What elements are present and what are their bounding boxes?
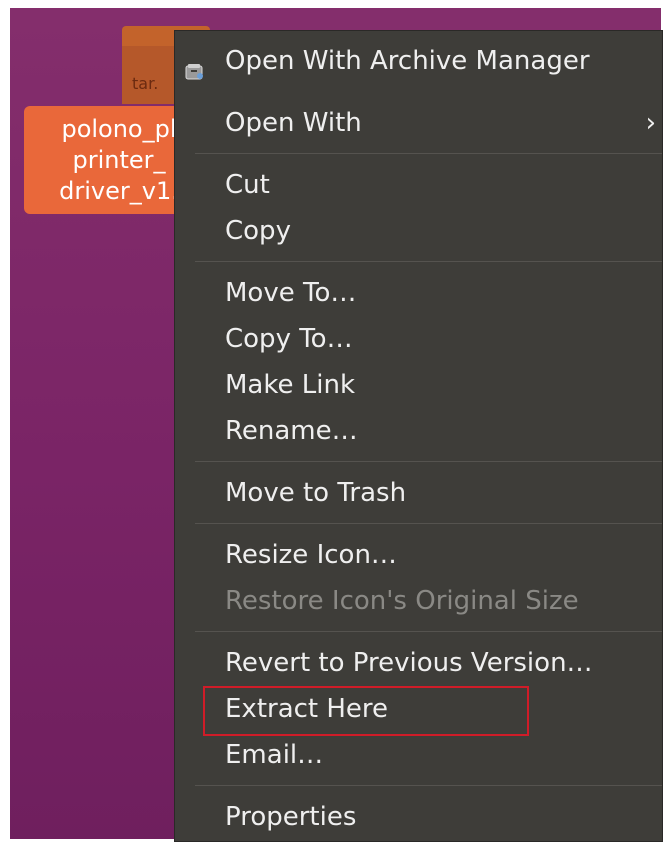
menu-item-open-with[interactable]: Open With › (175, 101, 662, 145)
menu-item-label: Make Link (225, 370, 355, 400)
menu-item-label: Open With Archive Manager (225, 46, 590, 76)
menu-item-copy[interactable]: Copy (175, 209, 662, 253)
menu-item-label: Move To… (225, 278, 357, 308)
menu-separator (195, 785, 662, 786)
menu-item-restore-icon-size: Restore Icon's Original Size (175, 579, 662, 623)
context-menu: Open With Archive Manager Open With › Cu… (174, 30, 663, 842)
menu-item-label: Move to Trash (225, 478, 407, 508)
menu-item-resize-icon[interactable]: Resize Icon… (175, 533, 662, 577)
menu-item-label: Revert to Previous Version… (225, 648, 593, 678)
archive-manager-icon (185, 51, 205, 80)
menu-item-email[interactable]: Email… (175, 733, 662, 777)
menu-item-label: Resize Icon… (225, 540, 397, 570)
menu-separator (195, 153, 662, 154)
chevron-right-icon: › (645, 108, 656, 138)
menu-item-label: Rename… (225, 416, 358, 446)
menu-separator (195, 523, 662, 524)
menu-item-label: Open With (225, 108, 362, 138)
menu-item-move-to-trash[interactable]: Move to Trash (175, 471, 662, 515)
menu-item-make-link[interactable]: Make Link (175, 363, 662, 407)
menu-item-label: Copy To… (225, 324, 353, 354)
menu-item-properties[interactable]: Properties (175, 795, 662, 839)
menu-item-label: Properties (225, 802, 357, 832)
menu-item-copy-to[interactable]: Copy To… (175, 317, 662, 361)
menu-item-revert-to-previous-version[interactable]: Revert to Previous Version… (175, 641, 662, 685)
menu-item-label: Restore Icon's Original Size (225, 586, 579, 616)
menu-separator (195, 261, 662, 262)
menu-item-label: Extract Here (225, 694, 389, 724)
menu-item-extract-here[interactable]: Extract Here (175, 687, 662, 731)
menu-item-move-to[interactable]: Move To… (175, 271, 662, 315)
menu-item-rename[interactable]: Rename… (175, 409, 662, 453)
archive-type-label: tar. (132, 74, 159, 93)
menu-separator (195, 461, 662, 462)
menu-item-cut[interactable]: Cut (175, 163, 662, 207)
menu-item-label: Email… (225, 740, 324, 770)
menu-item-label: Cut (225, 170, 270, 200)
menu-item-label: Copy (225, 216, 291, 246)
menu-item-open-with-archive-manager[interactable]: Open With Archive Manager (175, 39, 662, 83)
menu-separator (195, 631, 662, 632)
